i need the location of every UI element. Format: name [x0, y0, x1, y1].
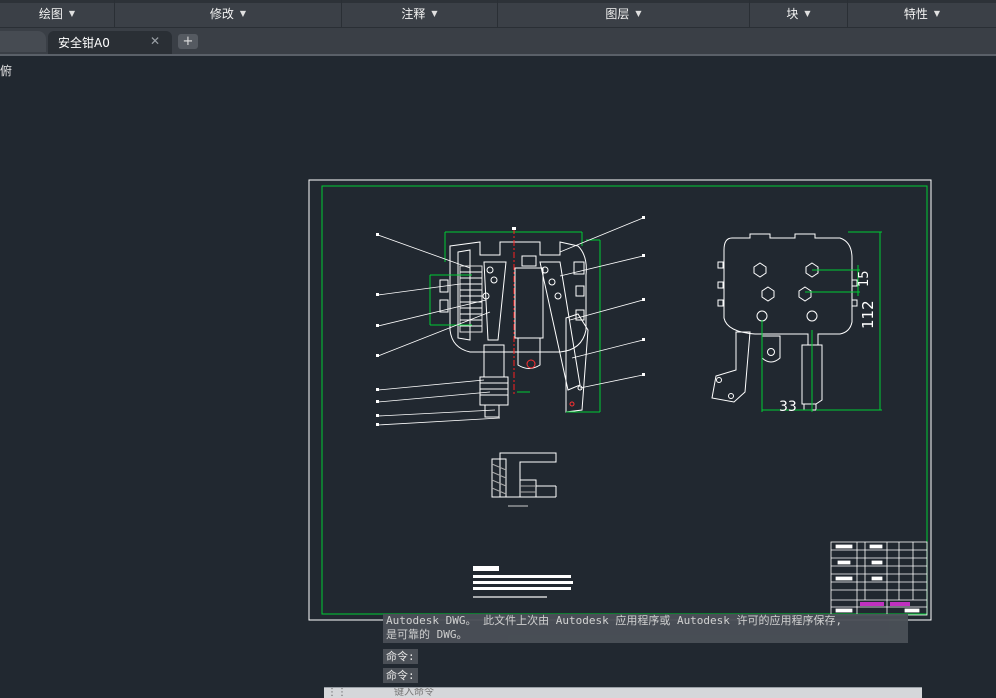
- command-history: Autodesk DWG。 此文件上次由 Autodesk 应用程序或 Auto…: [383, 614, 908, 643]
- technical-notes-block: [473, 566, 573, 598]
- dimension-112-label: 112: [859, 300, 877, 329]
- command-prompt: 命令:: [383, 649, 418, 664]
- dimension-15-label: 15: [857, 270, 872, 287]
- command-prompt: 命令:: [383, 668, 418, 683]
- leader-lines: [377, 217, 644, 426]
- balloon-markers: [376, 216, 645, 426]
- drawing-canvas[interactable]: 15 112 33: [0, 0, 996, 697]
- command-history-line: 是可靠的 DWG。: [386, 628, 468, 641]
- command-input[interactable]: ⋮⋮ 键入命令: [324, 687, 922, 698]
- dimension-33-label: 33: [779, 399, 797, 415]
- side-view: [711, 233, 858, 411]
- command-history-line: Autodesk DWG。 此文件上次由 Autodesk 应用程序或 Auto…: [386, 614, 843, 627]
- title-block: [830, 541, 928, 616]
- section-detail-view: [491, 452, 557, 507]
